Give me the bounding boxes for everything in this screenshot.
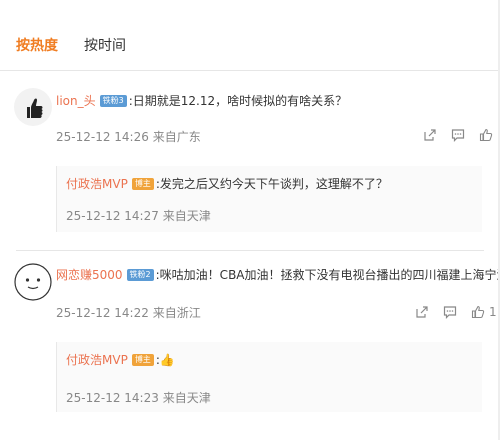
reply-username[interactable]: 付政浩MVP [66, 351, 128, 369]
comment-location: 来自广东 [152, 130, 201, 144]
reply-body: 付政浩MVP 博主 :发完之后又约今天下午谈判，这理解不了？ [66, 175, 388, 193]
comment-timestamp: 25-12-12 14:22 [56, 306, 149, 320]
comment-meta: 25-12-12 14:26 来自广东 [56, 129, 201, 145]
reply-meta: 25-12-12 14:23 来自天津 [66, 390, 211, 406]
share-icon[interactable] [415, 305, 429, 319]
reply-location: 来自天津 [162, 209, 211, 223]
comment-icon[interactable] [451, 128, 465, 142]
reply-body: 付政浩MVP 博主 :👍 [66, 351, 175, 369]
comment-actions [423, 128, 493, 142]
like-icon[interactable] [479, 128, 493, 142]
comment-actions: 1 [415, 305, 497, 319]
comment-meta: 25-12-12 14:22 来自浙江 [56, 305, 201, 321]
tab-by-time[interactable]: 按时间 [84, 36, 126, 58]
comment-body: lion_头 铁粉3 :日期就是12.12，啥时候拟的有啥关系？ [56, 92, 347, 110]
reply-timestamp: 25-12-12 14:23 [66, 391, 159, 405]
fan-level-badge: 铁粉2 [126, 269, 154, 281]
reply-meta: 25-12-12 14:27 来自天津 [66, 208, 211, 224]
comment-text: :咪咕加油！CBA加油！拯救下没有电视台播出的四川福建上海宁波！ [155, 268, 500, 282]
like-icon[interactable] [471, 305, 485, 319]
reply-timestamp: 25-12-12 14:27 [66, 209, 159, 223]
comment-username[interactable]: 网恋赚5000 [56, 266, 123, 284]
avatar-cartoon-face-image [14, 263, 52, 301]
avatar[interactable] [14, 263, 52, 301]
reply-username[interactable]: 付政浩MVP [66, 175, 128, 193]
comment-icon[interactable] [443, 305, 457, 319]
avatar-thumbs-up-image [14, 88, 52, 126]
reply-text: :👍 [155, 353, 175, 367]
reply-location: 来自天津 [162, 391, 211, 405]
blogger-badge: 博主 [131, 354, 154, 366]
share-icon[interactable] [423, 128, 437, 142]
tabs-divider [0, 70, 500, 71]
avatar[interactable] [14, 88, 52, 126]
comment-body: 网恋赚5000 铁粉2 :咪咕加油！CBA加油！拯救下没有电视台播出的四川福建上… [56, 266, 500, 284]
comment-divider [16, 250, 484, 251]
reply-text: :发完之后又约今天下午谈判，这理解不了？ [155, 177, 388, 191]
sort-tabs: 按热度 按时间 [16, 36, 126, 58]
like-count: 1 [489, 305, 497, 319]
comment-text: :日期就是12.12，啥时候拟的有啥关系？ [128, 94, 348, 108]
tab-by-hot[interactable]: 按热度 [16, 36, 58, 58]
blogger-badge: 博主 [131, 178, 154, 190]
fan-level-badge: 铁粉3 [99, 95, 127, 107]
comment-username[interactable]: lion_头 [56, 92, 96, 110]
comment-timestamp: 25-12-12 14:26 [56, 130, 149, 144]
comment-location: 来自浙江 [152, 306, 201, 320]
